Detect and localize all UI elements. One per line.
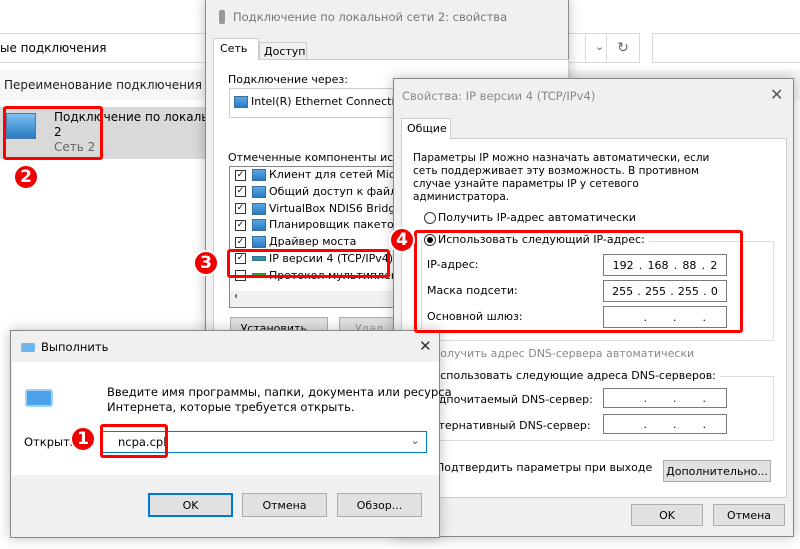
components-label: Отмеченные компоненты испол bbox=[228, 151, 415, 164]
step-badge-1: 1 bbox=[70, 426, 96, 452]
radio-auto-dns[interactable]: Получить адрес DNS-сервера автоматически bbox=[432, 347, 694, 360]
highlight-ip-settings bbox=[414, 230, 743, 333]
ok-button[interactable]: OK bbox=[631, 504, 703, 526]
run-large-icon bbox=[25, 389, 53, 407]
ok-button[interactable]: OK bbox=[148, 493, 233, 517]
step-badge-3: 3 bbox=[193, 250, 219, 276]
ethernet-icon bbox=[219, 10, 225, 24]
alternate-dns-label: ьтернативный DNS-сервер: bbox=[432, 419, 591, 432]
cancel-button[interactable]: Отмена bbox=[242, 493, 327, 517]
alternate-dns-field[interactable]: ... bbox=[603, 414, 727, 434]
step-badge-2: 2 bbox=[13, 164, 39, 190]
highlight-connection bbox=[3, 106, 103, 160]
close-icon[interactable]: ✕ bbox=[770, 85, 783, 104]
rename-connection-button[interactable]: Переименование подключения bbox=[4, 78, 202, 92]
adapter-icon bbox=[234, 96, 248, 108]
cancel-button[interactable]: Отмена bbox=[713, 504, 785, 526]
step-badge-4: 4 bbox=[389, 227, 415, 253]
search-box[interactable] bbox=[652, 33, 800, 63]
tab-sharing[interactable]: Доступ bbox=[259, 42, 307, 60]
description-text: Параметры IP можно назначать автоматичес… bbox=[413, 152, 710, 203]
dialog-title: Выполнить bbox=[41, 340, 109, 354]
tab-network[interactable]: Сеть bbox=[213, 38, 259, 60]
browse-button[interactable]: Обзор... bbox=[337, 493, 422, 517]
radio-manual-dns[interactable]: Использовать следующие адреса DNS-сервер… bbox=[432, 369, 720, 382]
preferred-dns-label: едпочитаемый DNS-сервер: bbox=[432, 393, 593, 406]
run-icon bbox=[21, 343, 35, 352]
tab-general[interactable]: Общие bbox=[401, 118, 451, 139]
close-icon[interactable]: ✕ bbox=[419, 337, 432, 355]
highlight-ipv4-component bbox=[227, 249, 390, 278]
refresh-icon[interactable]: ↻ bbox=[606, 33, 640, 63]
radio-auto-ip[interactable]: Получить IP-адрес автоматически bbox=[424, 211, 636, 224]
run-description: Введите имя программы, папки, документа … bbox=[107, 385, 452, 399]
dialog-title: Свойства: IP версии 4 (TCP/IPv4) bbox=[402, 89, 596, 103]
connect-via-label: Подключение через: bbox=[228, 73, 348, 86]
highlight-run-input bbox=[100, 424, 168, 458]
advanced-button[interactable]: Дополнительно... bbox=[663, 460, 771, 482]
preferred-dns-field[interactable]: ... bbox=[603, 388, 727, 408]
dropdown-chevron-icon: ⌄ bbox=[410, 433, 420, 447]
validate-checkbox[interactable]: Подтвердить параметры при выходе bbox=[436, 461, 652, 474]
address-bar[interactable]: ые подключения bbox=[0, 41, 107, 55]
run-description-2: Интернета, которые требуется открыть. bbox=[107, 400, 355, 414]
dialog-title: Подключение по локальной сети 2: свойств… bbox=[233, 10, 508, 24]
